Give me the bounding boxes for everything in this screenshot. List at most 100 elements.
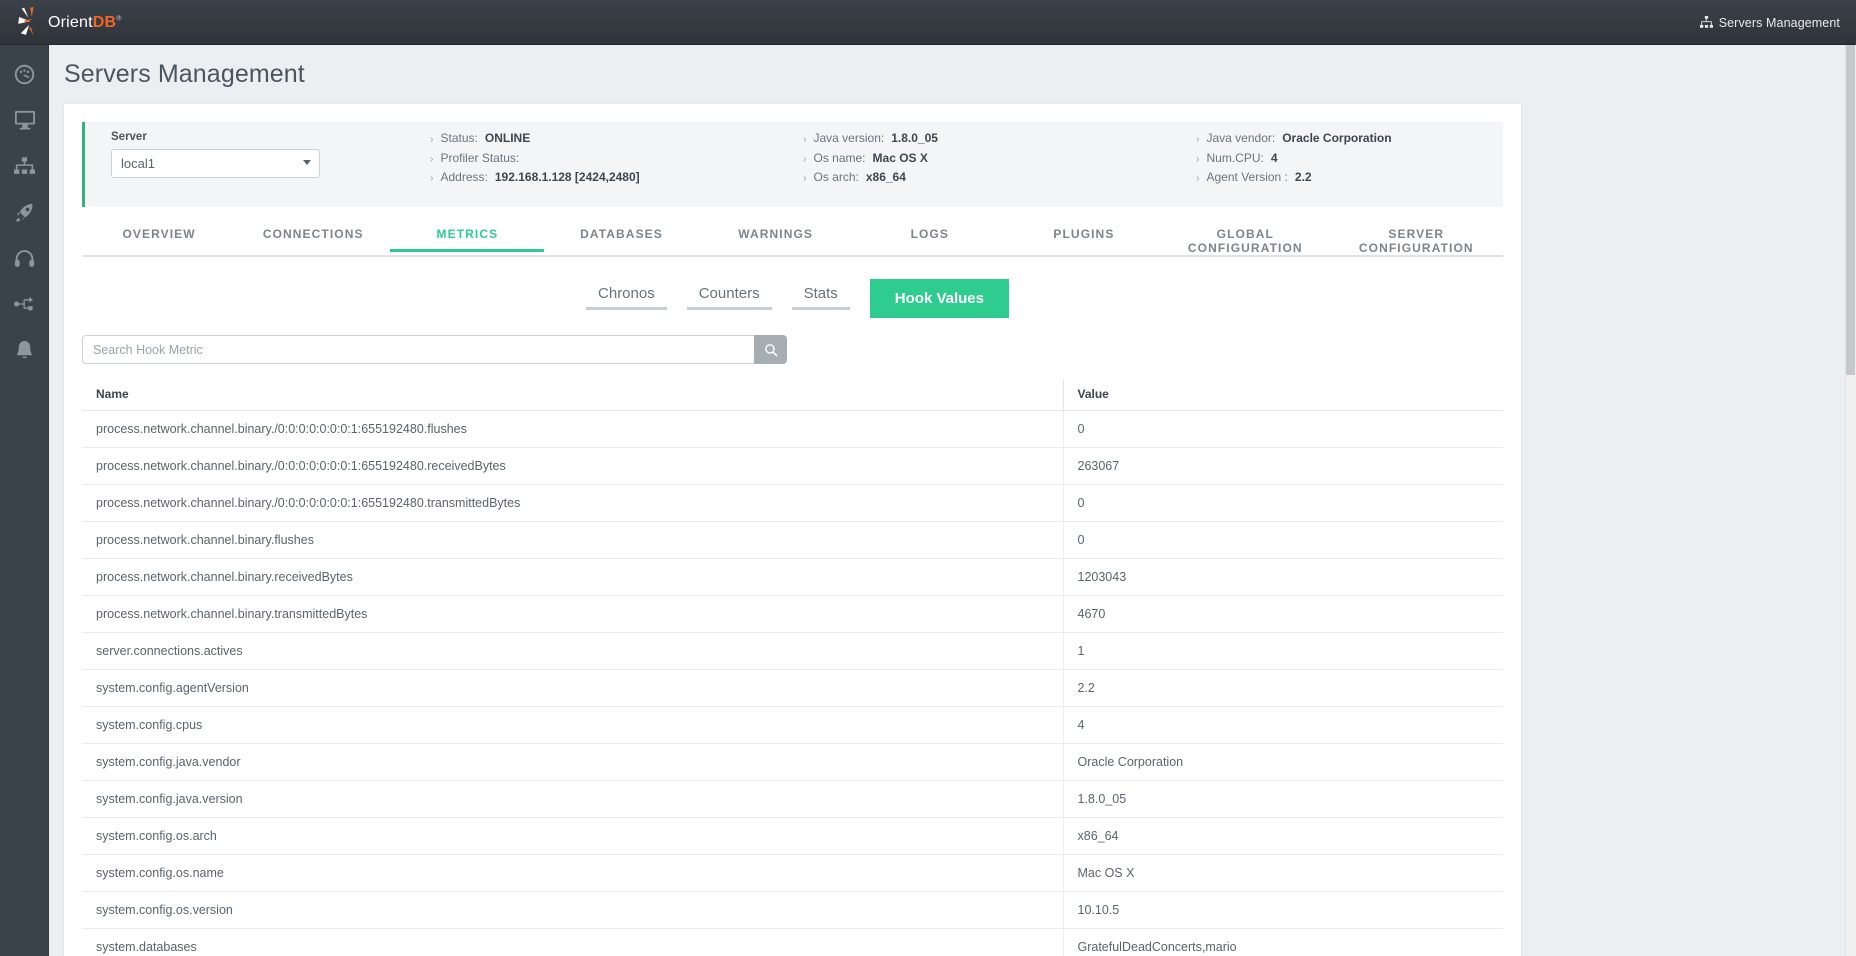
chevron-right-icon: ›: [1196, 172, 1200, 184]
server-info-column-java: › Java version: 1.8.0_05 › Os name: Mac …: [803, 131, 938, 190]
info-os-arch: › Os arch: x86_64: [803, 170, 906, 184]
table-header-row: Name Value: [82, 379, 1503, 411]
info-java-version: › Java version: 1.8.0_05: [803, 131, 938, 145]
search-input[interactable]: [82, 335, 755, 364]
cell-metric-name: system.config.java.version: [82, 780, 1064, 818]
sidebar-item-alerts[interactable]: [0, 331, 49, 369]
cell-metric-name: process.network.channel.binary./0:0:0:0:…: [82, 447, 1064, 485]
brand-logo-group[interactable]: OrientDB®: [14, 3, 164, 43]
search-button[interactable]: [754, 335, 787, 364]
tab-server-configuration[interactable]: SERVER CONFIGURATION: [1330, 227, 1503, 264]
tab-overview[interactable]: OVERVIEW: [82, 227, 236, 250]
cell-metric-value: GratefulDeadConcerts,mario: [1063, 928, 1503, 956]
chevron-right-icon: ›: [803, 152, 807, 165]
chevron-right-icon: ›: [430, 152, 434, 165]
info-java-vendor: › Java vendor: Oracle Corporation: [1196, 131, 1392, 145]
cell-metric-name: process.network.channel.binary./0:0:0:0:…: [82, 410, 1064, 448]
subtab-chronos[interactable]: Chronos: [576, 279, 677, 314]
cell-metric-name: process.network.channel.binary.receivedB…: [82, 558, 1064, 596]
chevron-right-icon: ›: [803, 133, 807, 145]
table-row[interactable]: process.network.channel.binary./0:0:0:0:…: [82, 410, 1503, 448]
sidebar-item-support[interactable]: [0, 239, 49, 277]
metrics-subtab-bar: Chronos Counters Stats Hook Values: [82, 279, 1503, 319]
main-tab-bar: OVERVIEW CONNECTIONS METRICS DATABASES W…: [82, 227, 1503, 257]
tab-metrics[interactable]: METRICS: [390, 227, 545, 252]
sidebar-item-monitor[interactable]: [0, 101, 49, 139]
table-row[interactable]: system.config.os.version 10.10.5: [82, 891, 1503, 929]
sitemap-icon: [1699, 16, 1713, 28]
cell-metric-name: process.network.channel.binary.transmitt…: [82, 595, 1064, 633]
orientdb-logo-icon: [18, 6, 34, 36]
cell-metric-value: 0: [1063, 484, 1503, 522]
table-row[interactable]: system.config.agentVersion 2.2: [82, 669, 1503, 707]
cell-metric-value: 1.8.0_05: [1063, 780, 1503, 818]
server-info-column-middle: › Status: ONLINE › Profiler Status: › Ad…: [430, 131, 640, 190]
subtab-hook-values-button[interactable]: Hook Values: [869, 279, 1009, 318]
cell-metric-value: 4670: [1063, 595, 1503, 633]
table-row[interactable]: system.config.os.name Mac OS X: [82, 854, 1503, 892]
cell-metric-value: Mac OS X: [1063, 854, 1503, 892]
cell-metric-name: system.config.os.version: [82, 891, 1064, 929]
sidebar-item-dashboard[interactable]: [0, 55, 49, 93]
column-header-name: Name: [82, 379, 1064, 411]
content-card: Server local1 › Status: ONLINE › Profile…: [64, 104, 1521, 956]
info-profiler-status: › Profiler Status:: [430, 150, 520, 165]
table-row[interactable]: process.network.channel.binary.receivedB…: [82, 558, 1503, 596]
chevron-down-icon: [303, 160, 311, 165]
servers-management-link[interactable]: Servers Management: [1699, 0, 1840, 45]
page-title: Servers Management: [64, 60, 305, 88]
cell-metric-name: process.network.channel.binary.flushes: [82, 521, 1064, 559]
sitemap-cluster-icon: [14, 157, 35, 174]
top-bar: OrientDB® Servers Management: [0, 0, 1856, 45]
search-icon: [764, 343, 777, 356]
table-row[interactable]: server.connections.actives 1: [82, 632, 1503, 670]
chevron-right-icon: ›: [1196, 133, 1200, 145]
chevron-right-icon: ›: [803, 172, 807, 184]
table-row[interactable]: system.config.java.vendor Oracle Corporat…: [82, 743, 1503, 781]
tab-plugins[interactable]: PLUGINS: [1007, 227, 1161, 250]
tab-connections[interactable]: CONNECTIONS: [236, 227, 390, 250]
tab-logs[interactable]: LOGS: [853, 227, 1007, 250]
table-row[interactable]: process.network.channel.binary./0:0:0:0:…: [82, 447, 1503, 485]
rocket-icon: [16, 203, 33, 222]
page-scrollbar[interactable]: [1845, 45, 1856, 956]
cell-metric-value: Oracle Corporation: [1063, 743, 1503, 781]
cell-metric-value: 0: [1063, 410, 1503, 448]
tab-warnings[interactable]: WARNINGS: [699, 227, 853, 250]
chevron-right-icon: ›: [430, 133, 434, 145]
cell-metric-name: process.network.channel.binary./0:0:0:0:…: [82, 484, 1064, 522]
table-row[interactable]: system.config.os.arch x86_64: [82, 817, 1503, 855]
column-header-value: Value: [1063, 379, 1503, 411]
sidebar-item-cluster[interactable]: [0, 147, 49, 185]
server-info-panel: Server local1 › Status: ONLINE › Profile…: [82, 122, 1503, 207]
info-status: › Status: ONLINE: [430, 131, 531, 145]
info-os-name: › Os name: Mac OS X: [803, 150, 928, 165]
table-row[interactable]: system.config.java.version 1.8.0_05: [82, 780, 1503, 818]
server-select[interactable]: local1: [111, 149, 320, 178]
page-content: Servers Management Server local1 › Statu…: [49, 45, 1856, 956]
server-selector-group: Server local1: [111, 131, 371, 178]
table-row[interactable]: process.network.channel.binary.flushes 0: [82, 521, 1503, 559]
table-row[interactable]: process.network.channel.binary./0:0:0:0:…: [82, 484, 1503, 522]
sidebar-item-share[interactable]: [0, 285, 49, 323]
table-row[interactable]: system.databases GratefulDeadConcerts,mar…: [82, 928, 1503, 956]
subtab-counters[interactable]: Counters: [677, 279, 782, 314]
brand-text: OrientDB®: [48, 14, 122, 31]
sidebar-item-deploy[interactable]: [0, 193, 49, 231]
tab-global-configuration[interactable]: GLOBAL CONFIGURATION: [1161, 227, 1330, 264]
app-root: OrientDB® Servers Management Servers Man…: [0, 0, 1856, 956]
cell-metric-value: 0: [1063, 521, 1503, 559]
cell-metric-name: system.config.agentVersion: [82, 669, 1064, 707]
cell-metric-value: 4: [1063, 706, 1503, 744]
cell-metric-name: system.config.cpus: [82, 706, 1064, 744]
sidebar: [0, 45, 49, 956]
table-body: process.network.channel.binary./0:0:0:0:…: [82, 410, 1503, 956]
page-scrollbar-thumb[interactable]: [1846, 45, 1855, 375]
search-row: [82, 335, 1503, 365]
info-agent-version: › Agent Version : 2.2: [1196, 170, 1312, 184]
subtab-stats[interactable]: Stats: [782, 279, 860, 314]
table-row[interactable]: process.network.channel.binary.transmitt…: [82, 595, 1503, 633]
tab-databases[interactable]: DATABASES: [544, 227, 698, 250]
table-row[interactable]: system.config.cpus 4: [82, 706, 1503, 744]
cell-metric-value: 10.10.5: [1063, 891, 1503, 929]
